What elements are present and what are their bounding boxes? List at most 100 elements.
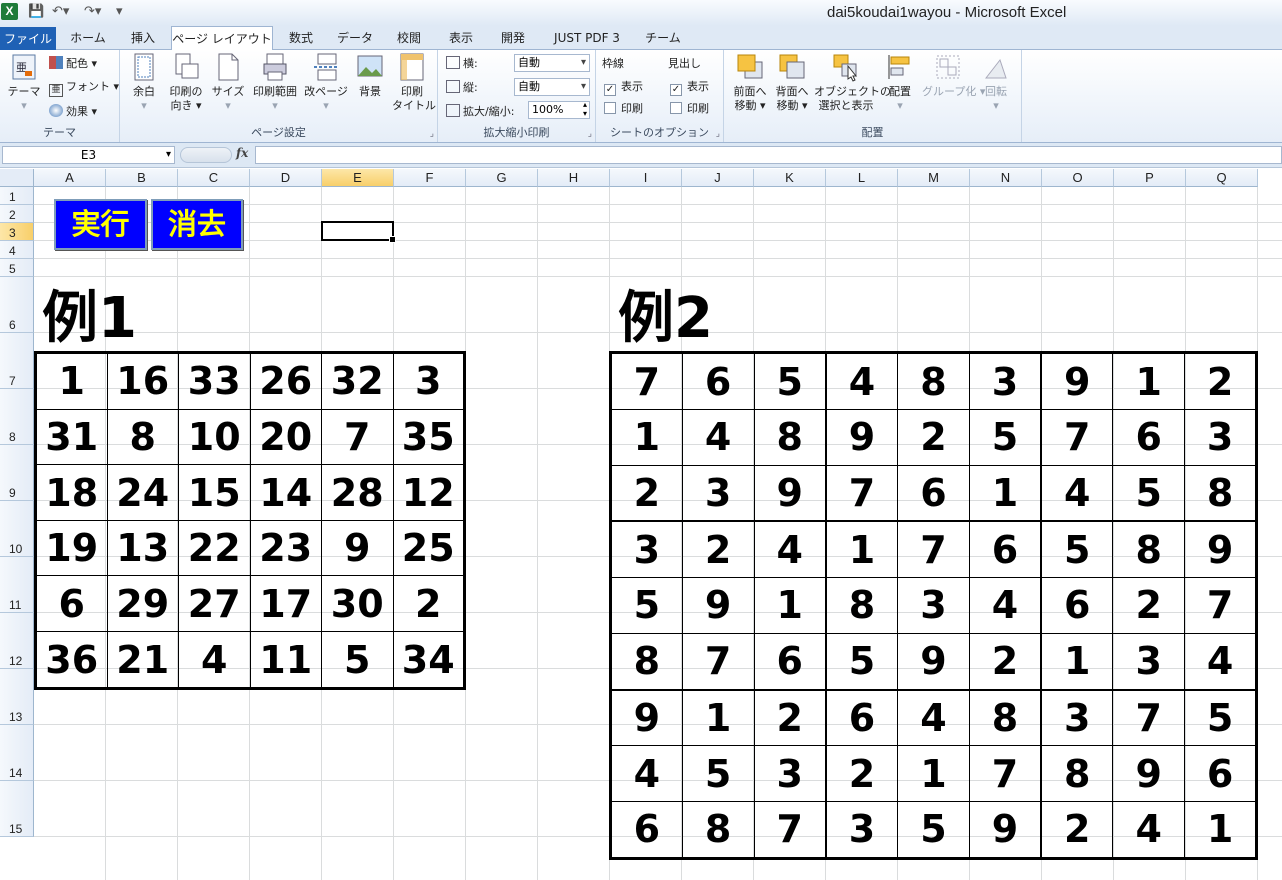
puzzle-cell[interactable]: 16	[106, 352, 179, 410]
puzzle-cell[interactable]: 1	[1184, 800, 1257, 860]
undo-icon[interactable]: ↶▾	[52, 4, 69, 20]
puzzle-cell[interactable]: 15	[178, 464, 251, 521]
puzzle-cell[interactable]: 9	[825, 409, 899, 466]
puzzle-cell[interactable]: 6	[897, 464, 970, 523]
puzzle-cell[interactable]: 8	[610, 632, 683, 691]
print-area-button[interactable]: 印刷範囲 ▾	[250, 52, 300, 113]
puzzle-cell[interactable]: 30	[321, 575, 394, 632]
select-all-corner[interactable]	[0, 169, 34, 187]
active-cell-e3[interactable]	[321, 221, 396, 243]
puzzle-cell[interactable]: 2	[753, 689, 827, 747]
puzzle-cell[interactable]: 24	[106, 464, 179, 521]
width-dropdown[interactable]: 自動	[514, 54, 590, 72]
customize-toolbar-icon[interactable]: ▾	[116, 4, 123, 20]
puzzle-cell[interactable]: 7	[968, 745, 1043, 802]
tab-formulas[interactable]: 数式	[280, 26, 322, 50]
puzzle-cell[interactable]: 7	[1040, 409, 1114, 466]
tab-team[interactable]: チーム	[640, 26, 686, 50]
row-header-5[interactable]: 5	[0, 259, 34, 277]
breaks-button[interactable]: 改ページ ▾	[304, 52, 348, 113]
rotate-button[interactable]: 回転 ▾	[978, 52, 1014, 113]
tab-insert[interactable]: 挿入	[120, 26, 166, 50]
size-button[interactable]: サイズ ▾	[210, 52, 246, 113]
puzzle-cell[interactable]: 19	[35, 519, 108, 577]
puzzle-cell[interactable]: 21	[106, 631, 179, 689]
puzzle-cell[interactable]: 1	[681, 689, 755, 747]
puzzle-cell[interactable]: 8	[968, 689, 1043, 747]
column-header-p[interactable]: P	[1114, 169, 1186, 187]
background-button[interactable]: 背景	[352, 52, 388, 99]
puzzle-cell[interactable]: 23	[249, 519, 322, 577]
print-titles-button[interactable]: 印刷 タイトル	[392, 52, 436, 113]
puzzle-cell[interactable]: 8	[1184, 464, 1257, 523]
colors-button[interactable]: 配色 ▾	[49, 56, 97, 71]
puzzle-cell[interactable]: 5	[825, 632, 899, 691]
row-header-10[interactable]: 10	[0, 501, 34, 557]
puzzle-cell[interactable]: 6	[610, 800, 683, 860]
row-header-1[interactable]: 1	[0, 187, 34, 205]
puzzle-cell[interactable]: 33	[178, 352, 251, 410]
puzzle-cell[interactable]: 9	[681, 577, 755, 634]
puzzle-cell[interactable]: 27	[178, 575, 251, 632]
puzzle-cell[interactable]: 2	[392, 575, 465, 632]
column-header-f[interactable]: F	[394, 169, 466, 187]
puzzle-cell[interactable]: 7	[681, 632, 755, 691]
row-header-8[interactable]: 8	[0, 389, 34, 445]
column-header-h[interactable]: H	[538, 169, 610, 187]
sheet-options-launcher-icon[interactable]: ⌟	[716, 129, 720, 139]
puzzle-cell[interactable]: 1	[35, 352, 108, 410]
theme-button[interactable]: 亜 テーマ ▾	[6, 52, 42, 113]
row-header-13[interactable]: 13	[0, 669, 34, 725]
formula-bar-resize-handle[interactable]	[180, 147, 232, 163]
puzzle-cell[interactable]: 1	[968, 464, 1043, 523]
run-button[interactable]: 実行	[54, 199, 147, 250]
row-header-15[interactable]: 15	[0, 781, 34, 837]
column-header-n[interactable]: N	[970, 169, 1042, 187]
puzzle-cell[interactable]: 6	[681, 352, 755, 410]
height-dropdown[interactable]: 自動	[514, 78, 590, 96]
puzzle-cell[interactable]: 3	[753, 745, 827, 802]
puzzle-cell[interactable]: 7	[610, 352, 683, 410]
column-header-c[interactable]: C	[178, 169, 250, 187]
send-backward-button[interactable]: 背面へ 移動 ▾	[772, 52, 812, 113]
puzzle-cell[interactable]: 26	[249, 352, 322, 410]
puzzle-cell[interactable]: 5	[681, 745, 755, 802]
puzzle-cell[interactable]: 11	[249, 631, 322, 689]
scale-spinner[interactable]: 100% ▴ ▾	[528, 100, 590, 119]
row-header-7[interactable]: 7	[0, 333, 34, 389]
puzzle-cell[interactable]: 6	[825, 689, 899, 747]
puzzle-cell[interactable]: 6	[1112, 409, 1186, 466]
puzzle-cell[interactable]: 7	[1112, 689, 1186, 747]
column-header-d[interactable]: D	[250, 169, 322, 187]
puzzle-cell[interactable]: 7	[321, 408, 394, 466]
puzzle-cell[interactable]: 4	[178, 631, 251, 689]
selection-pane-button[interactable]: オブジェクトの 選択と表示	[814, 52, 891, 113]
puzzle-cell[interactable]: 12	[392, 464, 465, 521]
column-header-k[interactable]: K	[754, 169, 826, 187]
column-header-o[interactable]: O	[1042, 169, 1114, 187]
redo-icon[interactable]: ↷▾	[84, 4, 101, 20]
gridlines-print-checkbox[interactable]: 印刷	[604, 102, 643, 116]
puzzle-cell[interactable]: 4	[825, 352, 899, 410]
puzzle-cell[interactable]: 9	[968, 800, 1043, 860]
puzzle-cell[interactable]: 25	[392, 519, 465, 577]
puzzle-cell[interactable]: 13	[106, 519, 179, 577]
puzzle-cell[interactable]: 35	[392, 408, 465, 466]
puzzle-cell[interactable]: 9	[610, 689, 683, 747]
puzzle-cell[interactable]: 9	[1112, 745, 1186, 802]
puzzle-cell[interactable]: 7	[753, 800, 827, 860]
puzzle-cell[interactable]: 2	[968, 632, 1043, 691]
puzzle-cell[interactable]: 4	[681, 409, 755, 466]
puzzle-cell[interactable]: 7	[825, 464, 899, 523]
puzzle-cell[interactable]: 29	[106, 575, 179, 632]
row-header-3[interactable]: 3	[0, 223, 34, 241]
row-header-4[interactable]: 4	[0, 241, 34, 259]
puzzle-cell[interactable]: 6	[1040, 577, 1114, 634]
puzzle-cell[interactable]: 1	[825, 520, 899, 579]
puzzle-cell[interactable]: 7	[1184, 577, 1257, 634]
puzzle-cell[interactable]: 4	[753, 520, 827, 579]
puzzle-cell[interactable]: 1	[1112, 352, 1186, 410]
puzzle-cell[interactable]: 2	[1040, 800, 1114, 860]
column-header-e[interactable]: E	[322, 169, 394, 187]
orientation-button[interactable]: 印刷の 向き ▾	[164, 52, 208, 113]
